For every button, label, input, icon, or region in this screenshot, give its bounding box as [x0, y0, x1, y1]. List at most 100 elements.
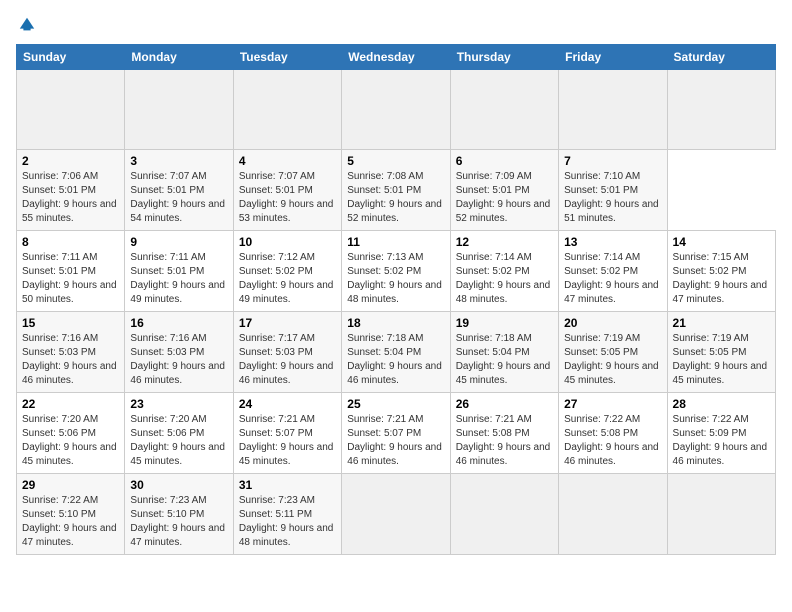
day-info: Sunrise: 7:10 AMSunset: 5:01 PMDaylight:… — [564, 170, 661, 226]
calendar-cell: 31 Sunrise: 7:23 AMSunset: 5:11 PMDayligh… — [233, 474, 341, 555]
calendar-cell: 21 Sunrise: 7:19 AMSunset: 5:05 PMDayligh… — [667, 312, 775, 393]
day-number: 19 — [456, 316, 553, 330]
day-info: Sunrise: 7:23 AMSunset: 5:11 PMDaylight:… — [239, 494, 336, 550]
calendar-cell: 25 Sunrise: 7:21 AMSunset: 5:07 PMDayligh… — [342, 393, 450, 474]
calendar-cell: 11Sunrise: 7:13 AMSunset: 5:02 PMDayligh… — [342, 231, 450, 312]
day-info: Sunrise: 7:11 AMSunset: 5:01 PMDaylight:… — [22, 251, 119, 307]
day-number: 7 — [564, 154, 661, 168]
day-number: 22 — [22, 397, 119, 411]
calendar-body: 2 Sunrise: 7:06 AMSunset: 5:01 PMDaylight… — [17, 70, 776, 555]
day-number: 24 — [239, 397, 336, 411]
day-number: 3 — [130, 154, 227, 168]
day-number: 20 — [564, 316, 661, 330]
calendar-cell — [667, 474, 775, 555]
day-info: Sunrise: 7:09 AMSunset: 5:01 PMDaylight:… — [456, 170, 553, 226]
day-info: Sunrise: 7:12 AMSunset: 5:02 PMDaylight:… — [239, 251, 336, 307]
page-header — [16, 16, 776, 34]
day-info: Sunrise: 7:18 AMSunset: 5:04 PMDaylight:… — [347, 332, 444, 388]
calendar-cell — [450, 70, 558, 150]
col-header-tuesday: Tuesday — [233, 45, 341, 70]
day-number: 2 — [22, 154, 119, 168]
day-number: 27 — [564, 397, 661, 411]
col-header-friday: Friday — [559, 45, 667, 70]
calendar-cell: 24 Sunrise: 7:21 AMSunset: 5:07 PMDayligh… — [233, 393, 341, 474]
day-number: 10 — [239, 235, 336, 249]
calendar-cell: 2 Sunrise: 7:06 AMSunset: 5:01 PMDaylight… — [17, 150, 125, 231]
col-header-sunday: Sunday — [17, 45, 125, 70]
calendar-cell — [559, 70, 667, 150]
calendar-cell: 26Sunrise: 7:21 AMSunset: 5:08 PMDayligh… — [450, 393, 558, 474]
day-info: Sunrise: 7:22 AMSunset: 5:09 PMDaylight:… — [673, 413, 770, 469]
day-number: 30 — [130, 478, 227, 492]
day-number: 6 — [456, 154, 553, 168]
calendar-cell: 13Sunrise: 7:14 AMSunset: 5:02 PMDayligh… — [559, 231, 667, 312]
day-number: 15 — [22, 316, 119, 330]
calendar-cell: 23Sunrise: 7:20 AMSunset: 5:06 PMDayligh… — [125, 393, 233, 474]
calendar-week-row — [17, 70, 776, 150]
day-number: 13 — [564, 235, 661, 249]
calendar-cell — [559, 474, 667, 555]
day-info: Sunrise: 7:16 AMSunset: 5:03 PMDaylight:… — [130, 332, 227, 388]
day-info: Sunrise: 7:16 AMSunset: 5:03 PMDaylight:… — [22, 332, 119, 388]
day-info: Sunrise: 7:20 AMSunset: 5:06 PMDaylight:… — [22, 413, 119, 469]
calendar-header-row: SundayMondayTuesdayWednesdayThursdayFrid… — [17, 45, 776, 70]
calendar-cell: 4Sunrise: 7:07 AMSunset: 5:01 PMDaylight… — [233, 150, 341, 231]
calendar-cell: 7 Sunrise: 7:10 AMSunset: 5:01 PMDaylight… — [559, 150, 667, 231]
calendar-cell: 28Sunrise: 7:22 AMSunset: 5:09 PMDayligh… — [667, 393, 775, 474]
calendar-cell: 18 Sunrise: 7:18 AMSunset: 5:04 PMDayligh… — [342, 312, 450, 393]
calendar-cell — [450, 474, 558, 555]
calendar-cell — [342, 70, 450, 150]
day-number: 31 — [239, 478, 336, 492]
day-info: Sunrise: 7:17 AMSunset: 5:03 PMDaylight:… — [239, 332, 336, 388]
calendar-cell: 20 Sunrise: 7:19 AMSunset: 5:05 PMDayligh… — [559, 312, 667, 393]
day-number: 8 — [22, 235, 119, 249]
calendar-cell — [17, 70, 125, 150]
day-info: Sunrise: 7:11 AMSunset: 5:01 PMDaylight:… — [130, 251, 227, 307]
day-info: Sunrise: 7:22 AMSunset: 5:08 PMDaylight:… — [564, 413, 661, 469]
calendar-week-row: 29 Sunrise: 7:22 AMSunset: 5:10 PMDayligh… — [17, 474, 776, 555]
day-number: 25 — [347, 397, 444, 411]
day-number: 17 — [239, 316, 336, 330]
calendar-cell: 14 Sunrise: 7:15 AMSunset: 5:02 PMDayligh… — [667, 231, 775, 312]
day-info: Sunrise: 7:21 AMSunset: 5:07 PMDaylight:… — [347, 413, 444, 469]
calendar-cell: 12 Sunrise: 7:14 AMSunset: 5:02 PMDayligh… — [450, 231, 558, 312]
day-info: Sunrise: 7:14 AMSunset: 5:02 PMDaylight:… — [456, 251, 553, 307]
day-info: Sunrise: 7:06 AMSunset: 5:01 PMDaylight:… — [22, 170, 119, 226]
day-info: Sunrise: 7:21 AMSunset: 5:07 PMDaylight:… — [239, 413, 336, 469]
col-header-monday: Monday — [125, 45, 233, 70]
calendar-cell: 29 Sunrise: 7:22 AMSunset: 5:10 PMDayligh… — [17, 474, 125, 555]
calendar-week-row: 8 Sunrise: 7:11 AMSunset: 5:01 PMDaylight… — [17, 231, 776, 312]
day-info: Sunrise: 7:13 AMSunset: 5:02 PMDaylight:… — [347, 251, 444, 307]
day-info: Sunrise: 7:15 AMSunset: 5:02 PMDaylight:… — [673, 251, 770, 307]
day-number: 18 — [347, 316, 444, 330]
calendar-cell: 17 Sunrise: 7:17 AMSunset: 5:03 PMDayligh… — [233, 312, 341, 393]
day-info: Sunrise: 7:19 AMSunset: 5:05 PMDaylight:… — [564, 332, 661, 388]
logo — [16, 16, 36, 34]
day-info: Sunrise: 7:07 AMSunset: 5:01 PMDaylight:… — [130, 170, 227, 226]
day-info: Sunrise: 7:21 AMSunset: 5:08 PMDaylight:… — [456, 413, 553, 469]
calendar-cell: 27 Sunrise: 7:22 AMSunset: 5:08 PMDayligh… — [559, 393, 667, 474]
day-number: 29 — [22, 478, 119, 492]
day-number: 5 — [347, 154, 444, 168]
col-header-saturday: Saturday — [667, 45, 775, 70]
calendar-cell — [667, 70, 775, 150]
calendar-cell — [233, 70, 341, 150]
day-info: Sunrise: 7:19 AMSunset: 5:05 PMDaylight:… — [673, 332, 770, 388]
day-info: Sunrise: 7:22 AMSunset: 5:10 PMDaylight:… — [22, 494, 119, 550]
day-number: 23 — [130, 397, 227, 411]
calendar-cell: 19 Sunrise: 7:18 AMSunset: 5:04 PMDayligh… — [450, 312, 558, 393]
calendar-cell: 8 Sunrise: 7:11 AMSunset: 5:01 PMDaylight… — [17, 231, 125, 312]
day-number: 21 — [673, 316, 770, 330]
day-number: 12 — [456, 235, 553, 249]
col-header-wednesday: Wednesday — [342, 45, 450, 70]
calendar-week-row: 15 Sunrise: 7:16 AMSunset: 5:03 PMDayligh… — [17, 312, 776, 393]
calendar-cell: 9Sunrise: 7:11 AMSunset: 5:01 PMDaylight… — [125, 231, 233, 312]
calendar-week-row: 22 Sunrise: 7:20 AMSunset: 5:06 PMDayligh… — [17, 393, 776, 474]
calendar-cell: 6 Sunrise: 7:09 AMSunset: 5:01 PMDaylight… — [450, 150, 558, 231]
calendar-cell: 5Sunrise: 7:08 AMSunset: 5:01 PMDaylight… — [342, 150, 450, 231]
calendar-cell: 10 Sunrise: 7:12 AMSunset: 5:02 PMDayligh… — [233, 231, 341, 312]
calendar-cell: 16Sunrise: 7:16 AMSunset: 5:03 PMDayligh… — [125, 312, 233, 393]
day-number: 14 — [673, 235, 770, 249]
day-info: Sunrise: 7:18 AMSunset: 5:04 PMDaylight:… — [456, 332, 553, 388]
calendar-cell — [125, 70, 233, 150]
